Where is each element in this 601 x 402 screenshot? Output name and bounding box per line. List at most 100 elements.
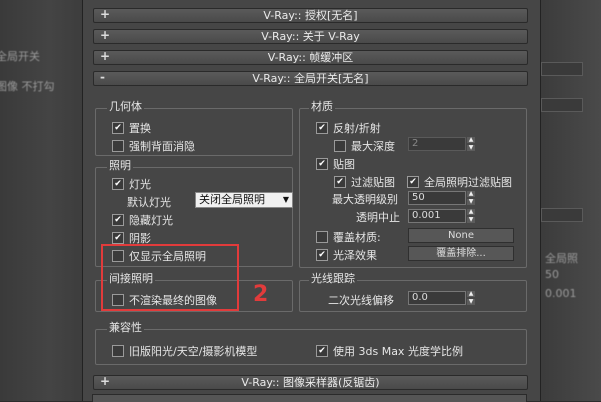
rollout-title: V-Ray:: 关于 V-Ray: [261, 30, 360, 43]
maps-checkbox[interactable]: [316, 158, 328, 170]
compatibility-title: 兼容性: [107, 321, 144, 334]
use-3dsmax-checkbox[interactable]: [316, 345, 328, 357]
max-depth-checkbox[interactable]: [334, 140, 346, 152]
rollout-frame-buffer[interactable]: + V-Ray:: 帧缓冲区: [93, 49, 528, 65]
highlight-box: [101, 244, 239, 311]
default-lights-label: 默认灯光: [127, 196, 171, 209]
reflection-label: 反射/折射: [333, 122, 381, 135]
legacy-sun-option[interactable]: 旧版阳光/天空/摄影机模型: [112, 343, 257, 359]
max-depth-option[interactable]: 最大深度: [334, 138, 395, 154]
max-transp-row: 最大透明级别: [332, 191, 398, 207]
spinner-down-icon[interactable]: ▼: [467, 145, 475, 151]
hidden-lights-checkbox[interactable]: [112, 214, 124, 226]
background-left-panel: 全局开关 图像 不打勾: [0, 0, 82, 401]
spinner-down-icon[interactable]: ▼: [467, 217, 475, 223]
max-transp-value[interactable]: 50: [408, 191, 466, 205]
spinner-arrows[interactable]: ▲ ▼: [467, 291, 475, 305]
use-3dsmax-option[interactable]: 使用 3ds Max 光度学比例: [316, 343, 463, 359]
max-depth-label: 最大深度: [351, 140, 395, 153]
legacy-sun-label: 旧版阳光/天空/摄影机模型: [129, 345, 258, 358]
default-lights-value: 关闭全局照明: [199, 193, 265, 206]
materials-group-title: 材质: [309, 100, 335, 113]
rollout-title: V-Ray:: 图像采样器(反锯齿): [241, 376, 380, 389]
ghost-text: 全局开关: [0, 50, 40, 63]
ghost-text: 图像 不打勾: [0, 80, 55, 93]
rollout-title: V-Ray:: 全局开关[无名]: [252, 72, 369, 85]
hidden-lights-label: 隐藏灯光: [129, 214, 173, 227]
override-mtl-label: 覆盖材质:: [333, 231, 381, 244]
ghost-text: 全局照: [545, 252, 578, 265]
spinner-down-icon[interactable]: ▼: [467, 299, 475, 305]
filter-maps-option[interactable]: 过滤贴图: [334, 174, 395, 190]
glossy-checkbox[interactable]: [316, 249, 328, 261]
gi-filter-maps-checkbox[interactable]: [407, 176, 419, 188]
reflection-option[interactable]: 反射/折射: [316, 120, 381, 136]
lighting-group-title: 照明: [107, 159, 133, 172]
filter-maps-label: 过滤贴图: [351, 176, 395, 189]
default-lights-row: 默认灯光: [127, 194, 171, 210]
lights-option[interactable]: 灯光: [112, 176, 151, 192]
reflection-checkbox[interactable]: [316, 122, 328, 134]
ghost-box: [541, 208, 583, 222]
force-backface-option[interactable]: 强制背面消隐: [112, 138, 195, 154]
glossy-label: 光泽效果: [333, 249, 377, 262]
spinner-up-icon[interactable]: ▲: [467, 191, 475, 197]
max-depth-spinner[interactable]: 2 ▲ ▼: [408, 137, 475, 151]
background-right-panel: 全局照 50 0.001: [539, 0, 601, 401]
spinner-arrows[interactable]: ▲ ▼: [467, 191, 475, 205]
rollout-about[interactable]: + V-Ray:: 关于 V-Ray: [93, 28, 528, 44]
raytracing-title: 光线跟踪: [309, 272, 357, 285]
filter-maps-checkbox[interactable]: [334, 176, 346, 188]
transp-cutoff-label: 透明中止: [356, 211, 400, 224]
max-transp-spinner[interactable]: 50 ▲ ▼: [408, 191, 475, 205]
secondary-bias-row: 二次光线偏移: [328, 292, 394, 308]
transp-cutoff-spinner[interactable]: 0.001 ▲ ▼: [408, 209, 475, 223]
legacy-sun-checkbox[interactable]: [112, 345, 124, 357]
max-transp-label: 最大透明级别: [332, 193, 398, 206]
default-lights-dropdown[interactable]: 关闭全局照明 ▼: [195, 192, 293, 208]
rollout-title: V-Ray:: 帧缓冲区: [267, 51, 354, 64]
spinner-up-icon[interactable]: ▲: [467, 137, 475, 143]
maps-option[interactable]: 贴图: [316, 156, 355, 172]
spinner-arrows[interactable]: ▲ ▼: [467, 137, 475, 151]
override-exclude-button[interactable]: 覆盖排除...: [408, 246, 514, 261]
spinner-up-icon[interactable]: ▲: [467, 291, 475, 297]
maps-label: 贴图: [333, 158, 355, 171]
force-backface-label: 强制背面消隐: [129, 140, 195, 153]
ghost-text: 0.001: [545, 287, 577, 300]
spinner-down-icon[interactable]: ▼: [467, 199, 475, 205]
annotation-number: 2: [253, 282, 269, 307]
ghost-box: [541, 62, 583, 76]
geometry-group-title: 几何体: [107, 100, 144, 113]
secondary-bias-value[interactable]: 0.0: [408, 291, 466, 305]
transp-cutoff-value[interactable]: 0.001: [408, 209, 466, 223]
dropdown-arrow-icon: ▼: [282, 195, 289, 204]
shadows-checkbox[interactable]: [112, 232, 124, 244]
secondary-bias-spinner[interactable]: 0.0 ▲ ▼: [408, 291, 475, 305]
spinner-arrows[interactable]: ▲ ▼: [467, 209, 475, 223]
transp-cutoff-row: 透明中止: [356, 209, 400, 225]
lights-checkbox[interactable]: [112, 178, 124, 190]
override-mtl-option[interactable]: 覆盖材质:: [316, 229, 381, 245]
use-3dsmax-label: 使用 3ds Max 光度学比例: [333, 345, 463, 358]
rollout-image-sampler[interactable]: + V-Ray:: 图像采样器(反锯齿): [93, 374, 528, 390]
force-backface-checkbox[interactable]: [112, 140, 124, 152]
lights-label: 灯光: [129, 178, 151, 191]
spinner-up-icon[interactable]: ▲: [467, 209, 475, 215]
override-mtl-checkbox[interactable]: [316, 231, 328, 243]
gi-filter-maps-label: 全局照明过滤贴图: [424, 176, 512, 189]
ghost-box: [541, 98, 583, 112]
rollout-license[interactable]: + V-Ray:: 授权[无名]: [93, 7, 528, 23]
displacement-checkbox[interactable]: [112, 122, 124, 134]
override-mtl-button[interactable]: None: [408, 228, 514, 243]
gi-filter-maps-option[interactable]: 全局照明过滤贴图: [407, 174, 512, 190]
hidden-lights-option[interactable]: 隐藏灯光: [112, 212, 173, 228]
glossy-option[interactable]: 光泽效果: [316, 247, 377, 263]
displacement-option[interactable]: 置换: [112, 120, 151, 136]
secondary-bias-label: 二次光线偏移: [328, 294, 394, 307]
max-depth-value[interactable]: 2: [408, 137, 466, 151]
vray-render-settings-panel: + V-Ray:: 授权[无名] + V-Ray:: 关于 V-Ray + V-…: [82, 0, 541, 401]
displacement-label: 置换: [129, 122, 151, 135]
rollout-global-switches[interactable]: - V-Ray:: 全局开关[无名]: [93, 70, 528, 86]
rollout-title: V-Ray:: 授权[无名]: [263, 9, 358, 22]
